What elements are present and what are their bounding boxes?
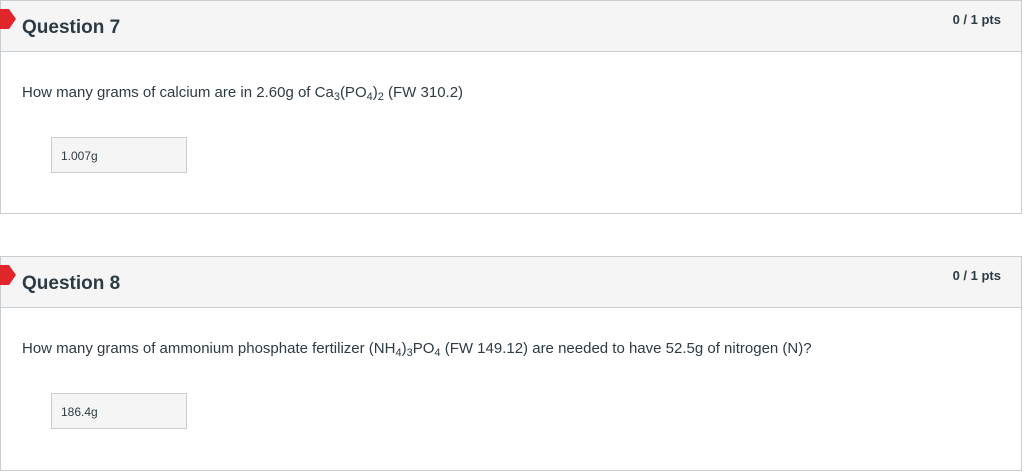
answer-field: 186.4g [51,393,187,429]
question-text-part: How many grams of calcium are in 2.60g o… [22,84,334,101]
question-header: Question 8 0 / 1 pts [0,257,1021,308]
question-8: Question 8 0 / 1 pts How many grams of a… [0,256,1022,471]
question-text-part: How many grams of ammonium phosphate fer… [22,340,396,357]
question-header: Question 7 0 / 1 pts [0,1,1021,52]
question-title: Question 7 [22,17,121,38]
question-text: How many grams of calcium are in 2.60g o… [22,84,464,103]
question-text: How many grams of ammonium phosphate fer… [22,340,812,359]
question-title: Question 8 [22,273,121,294]
answer-field: 1.007g [51,137,187,173]
question-points: 0 / 1 pts [952,268,1001,283]
incorrect-flag-icon [0,265,16,285]
question-text-part: (FW 149.12) are needed to have 52.5g of … [440,340,812,357]
question-7: Question 7 0 / 1 pts How many grams of c… [0,0,1022,214]
incorrect-flag-icon [0,9,16,29]
question-points: 0 / 1 pts [952,12,1001,27]
question-text-part: (PO [339,84,367,101]
question-text-part: PO [412,340,435,357]
question-text-part: (FW 310.2) [383,84,464,101]
